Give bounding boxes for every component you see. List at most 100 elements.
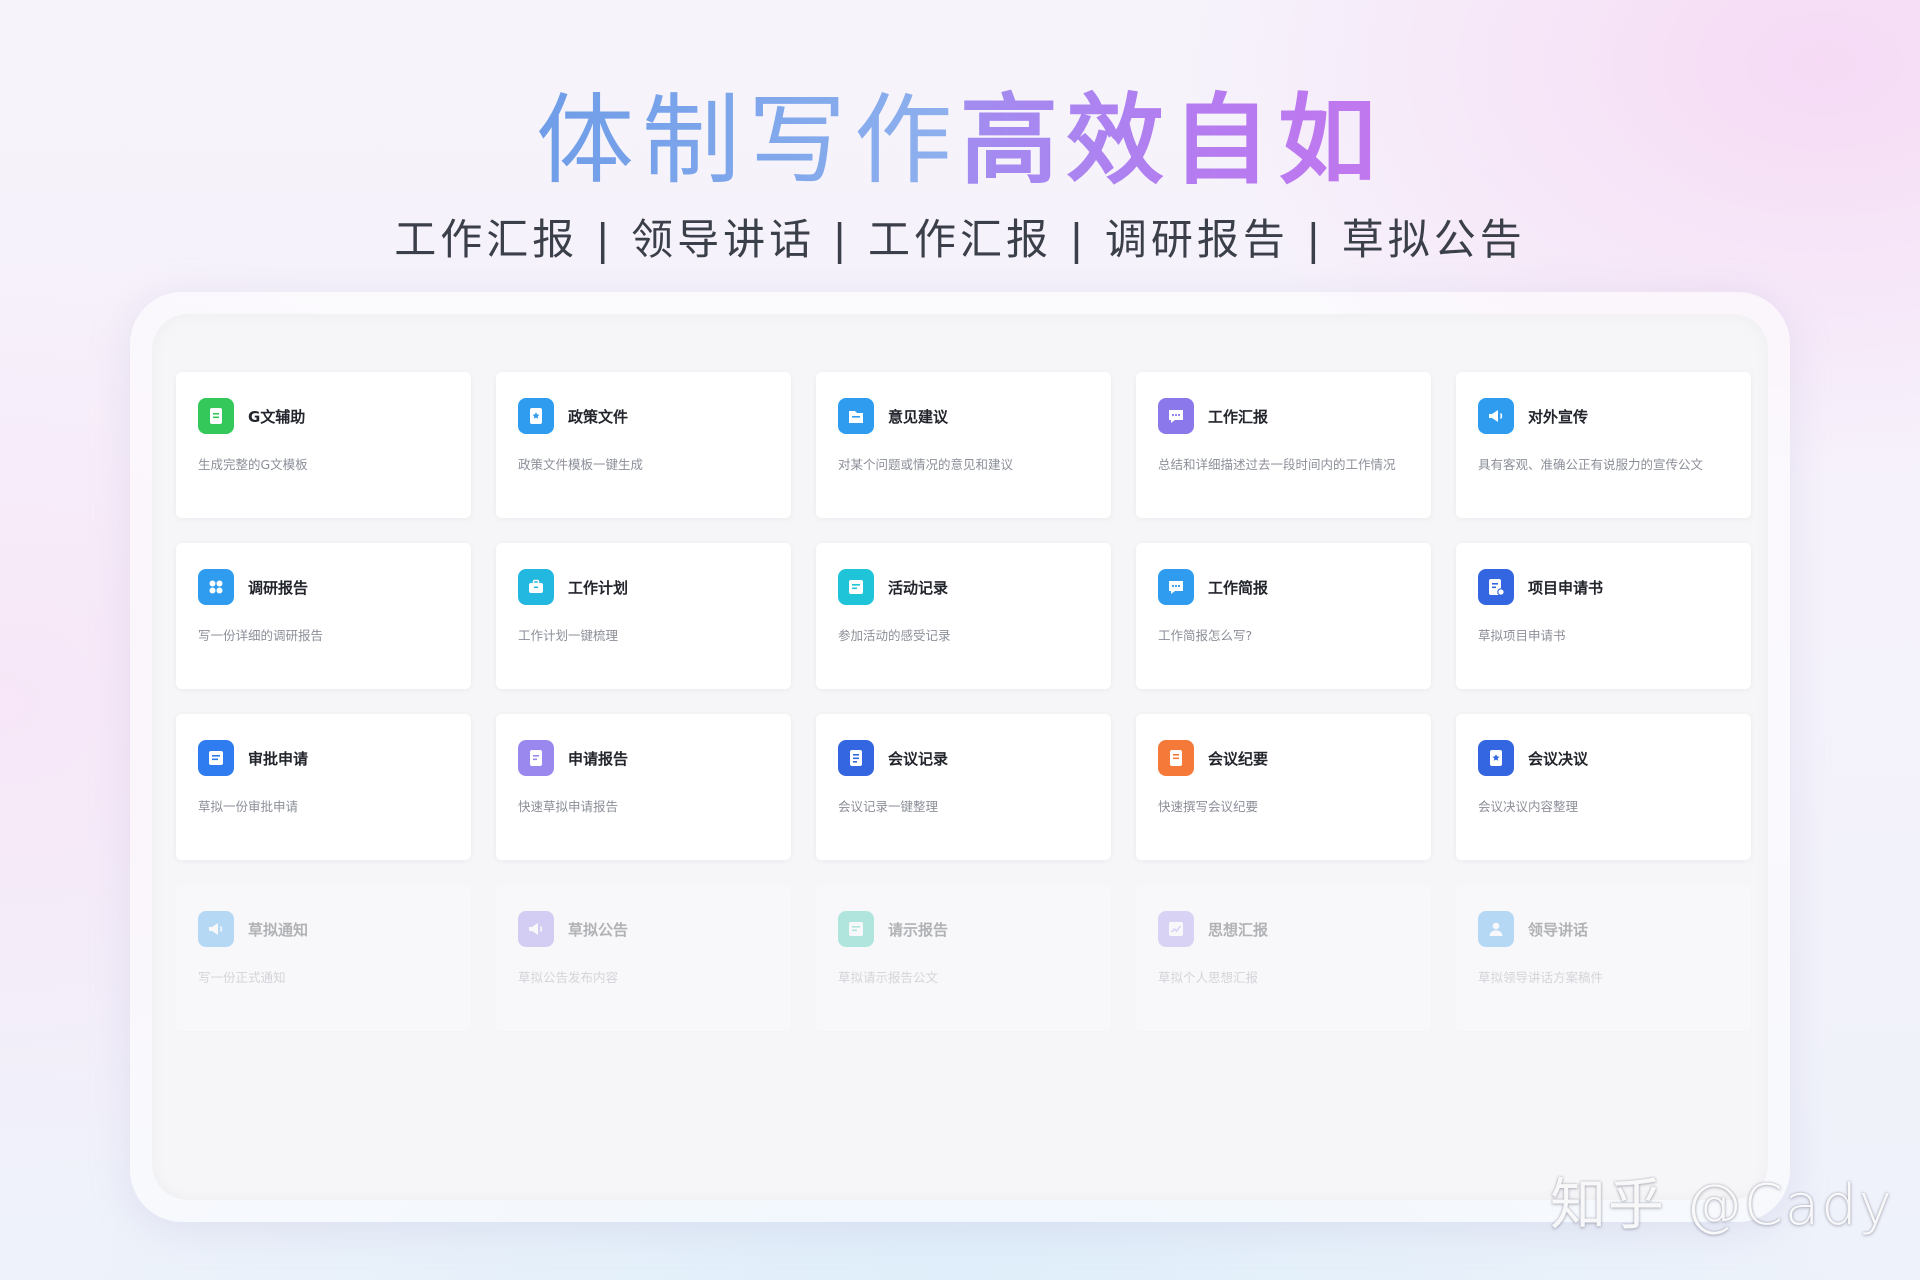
- template-card-header: 草拟通知: [198, 911, 471, 947]
- template-card-title: 申请报告: [568, 749, 629, 768]
- template-card[interactable]: 政策文件政策文件模板一键生成: [496, 372, 791, 518]
- briefcase-icon: [518, 569, 554, 605]
- meeting-icon: [838, 740, 874, 776]
- template-card[interactable]: 会议纪要快速撰写会议纪要: [1136, 714, 1431, 860]
- watermark-text: 知乎 @Cady: [1550, 1173, 1894, 1238]
- star-document-icon: [518, 398, 554, 434]
- template-card-description: 工作简报怎么写?: [1158, 628, 1253, 643]
- template-card-header: 调研报告: [198, 569, 471, 605]
- template-card[interactable]: 思想汇报草拟个人思想汇报: [1136, 885, 1431, 1031]
- folder-icon: [838, 398, 874, 434]
- template-card-description: 草拟请示报告公文: [838, 970, 939, 985]
- template-card-header: 审批申请: [198, 740, 471, 776]
- template-card-description: 写一份正式通知: [198, 970, 286, 985]
- template-card[interactable]: 工作简报工作简报怎么写?: [1136, 543, 1431, 689]
- template-card[interactable]: 对外宣传具有客观、准确公正有说服力的宣传公文: [1456, 372, 1751, 518]
- template-card-title: 请示报告: [888, 920, 949, 939]
- template-card[interactable]: 会议决议会议决议内容整理: [1456, 714, 1751, 860]
- template-card-description: 草拟一份审批申请: [198, 799, 299, 814]
- template-card-description: 快速撰写会议纪要: [1158, 799, 1259, 814]
- template-card-title: 活动记录: [888, 578, 949, 597]
- template-card-description: 草拟项目申请书: [1478, 628, 1566, 643]
- template-card-header: 思想汇报: [1158, 911, 1431, 947]
- template-card-header: G文辅助: [198, 398, 471, 434]
- template-card-title: 领导讲话: [1528, 920, 1589, 939]
- template-card[interactable]: 项目申请书草拟项目申请书: [1456, 543, 1751, 689]
- template-card-header: 政策文件: [518, 398, 791, 434]
- template-card-description: 草拟个人思想汇报: [1158, 970, 1259, 985]
- hero-subtitle: 工作汇报 | 领导讲话 | 工作汇报 | 调研报告 | 草拟公告: [394, 215, 1526, 264]
- minutes-icon: [1158, 740, 1194, 776]
- template-card-title: 会议记录: [888, 749, 949, 768]
- template-card-title: 草拟通知: [248, 920, 309, 939]
- template-card-description: 生成完整的G文模板: [198, 457, 308, 472]
- template-card[interactable]: 会议记录会议记录一键整理: [816, 714, 1111, 860]
- template-card-title: 会议纪要: [1208, 749, 1269, 768]
- approval-icon: [198, 740, 234, 776]
- template-card-header: 会议记录: [838, 740, 1111, 776]
- template-card-description: 参加活动的感受记录: [838, 628, 951, 643]
- template-card-description: 草拟公告发布内容: [518, 970, 619, 985]
- template-card[interactable]: 草拟公告草拟公告发布内容: [496, 885, 791, 1031]
- template-card-description: 对某个问题或情况的意见和建议: [838, 457, 1014, 472]
- speaker-icon: [198, 911, 234, 947]
- template-card[interactable]: 领导讲话草拟领导讲话方案稿件: [1456, 885, 1751, 1031]
- template-card-header: 草拟公告: [518, 911, 791, 947]
- template-card-description: 具有客观、准确公正有说服力的宣传公文: [1478, 457, 1704, 472]
- template-card-title: 工作计划: [568, 578, 629, 597]
- template-card-title: 审批申请: [248, 749, 309, 768]
- document-icon: [198, 398, 234, 434]
- speaker-icon: [1478, 398, 1514, 434]
- template-card-description: 会议记录一键整理: [838, 799, 939, 814]
- template-card[interactable]: G文辅助生成完整的G文模板: [176, 372, 471, 518]
- note-icon: [838, 569, 874, 605]
- template-card[interactable]: 草拟通知写一份正式通知: [176, 885, 471, 1031]
- template-card[interactable]: 申请报告快速草拟申请报告: [496, 714, 791, 860]
- speaker-icon: [518, 911, 554, 947]
- template-card-title: 思想汇报: [1208, 920, 1269, 939]
- template-card-title: 会议决议: [1528, 749, 1589, 768]
- template-card[interactable]: 意见建议对某个问题或情况的意见和建议: [816, 372, 1111, 518]
- template-card-title: G文辅助: [248, 407, 306, 426]
- template-card-title: 草拟公告: [568, 920, 629, 939]
- template-card-title: 意见建议: [888, 407, 949, 426]
- template-card-title: 工作汇报: [1208, 407, 1269, 426]
- template-card-description: 快速草拟申请报告: [518, 799, 619, 814]
- hero-title-light: 体制写作: [535, 84, 960, 198]
- template-card-title: 政策文件: [568, 407, 629, 426]
- template-card-title: 工作简报: [1208, 578, 1269, 597]
- template-card[interactable]: 工作汇报 总结和详细描述过去一段时间内的工作情况: [1136, 372, 1431, 518]
- template-card-description: 工作计划一键梳理: [518, 628, 619, 643]
- template-card-description: 草拟领导讲话方案稿件: [1478, 970, 1604, 985]
- grid-icon: [198, 569, 234, 605]
- template-card-header: 意见建议: [838, 398, 1111, 434]
- template-card[interactable]: 活动记录参加活动的感受记录: [816, 543, 1111, 689]
- template-card-header: 会议决议: [1478, 740, 1751, 776]
- template-card-header: 工作简报: [1158, 569, 1431, 605]
- template-card-description: 写一份详细的调研报告: [198, 628, 324, 643]
- template-card[interactable]: 工作计划工作计划一键梳理: [496, 543, 791, 689]
- template-card-header: 申请报告: [518, 740, 791, 776]
- template-card-header: 会议纪要: [1158, 740, 1431, 776]
- template-card-header: 活动记录: [838, 569, 1111, 605]
- application-icon: [1478, 569, 1514, 605]
- hero-title-bold: 高效自如: [960, 84, 1385, 198]
- report-icon: [518, 740, 554, 776]
- template-card-header: 对外宣传: [1478, 398, 1751, 434]
- template-card-header: 领导讲话: [1478, 911, 1751, 947]
- template-card-title: 调研报告: [248, 578, 309, 597]
- template-card-header: 请示报告: [838, 911, 1111, 947]
- template-card[interactable]: 调研报告写一份详细的调研报告: [176, 543, 471, 689]
- template-card-header: 工作汇报: [1158, 398, 1431, 434]
- template-card-description: 政策文件模板一键生成: [518, 457, 644, 472]
- person-icon: [1478, 911, 1514, 947]
- template-card-header: 项目申请书: [1478, 569, 1751, 605]
- hero-title: 体制写作高效自如: [0, 92, 1920, 190]
- chart-icon: [1158, 911, 1194, 947]
- note-icon: [838, 911, 874, 947]
- chat-icon: [1158, 398, 1194, 434]
- template-card[interactable]: 请示报告草拟请示报告公文: [816, 885, 1111, 1031]
- template-card-header: 工作计划: [518, 569, 791, 605]
- template-card-description: 会议决议内容整理: [1478, 799, 1579, 814]
- template-card[interactable]: 审批申请草拟一份审批申请: [176, 714, 471, 860]
